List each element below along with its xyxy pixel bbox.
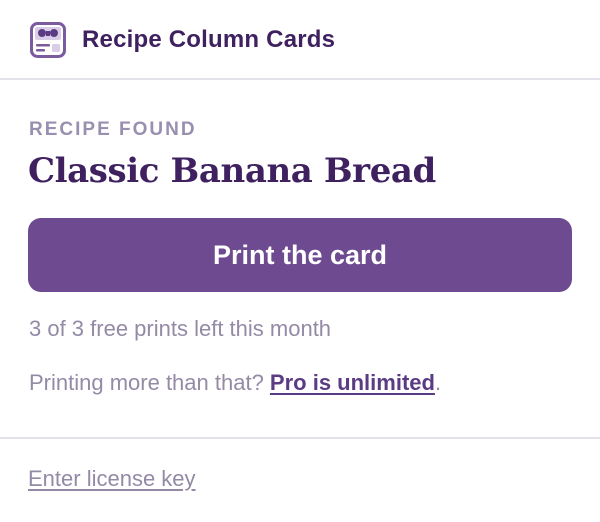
free-prints-remaining: 3 of 3 free prints left this month (29, 316, 332, 341)
recipe-found-label: RECIPE FOUND (29, 119, 197, 140)
enter-license-key-link[interactable]: Enter license key (28, 466, 196, 492)
recipe-title: Classic Banana Bread (28, 151, 436, 191)
upsell-message: Printing more than that? Pro is unlimite… (29, 370, 441, 396)
app-title: Recipe Column Cards (82, 26, 336, 53)
recipe-card-logo-icon (30, 22, 66, 58)
app-header: Recipe Column Cards (0, 0, 600, 80)
print-card-button[interactable]: Print the card (28, 218, 572, 292)
upsell-prefix: Printing more than that? (29, 370, 270, 395)
upsell-suffix: . (434, 370, 442, 395)
pro-unlimited-link[interactable]: Pro is unlimited (270, 370, 435, 395)
footer-divider (0, 437, 600, 439)
